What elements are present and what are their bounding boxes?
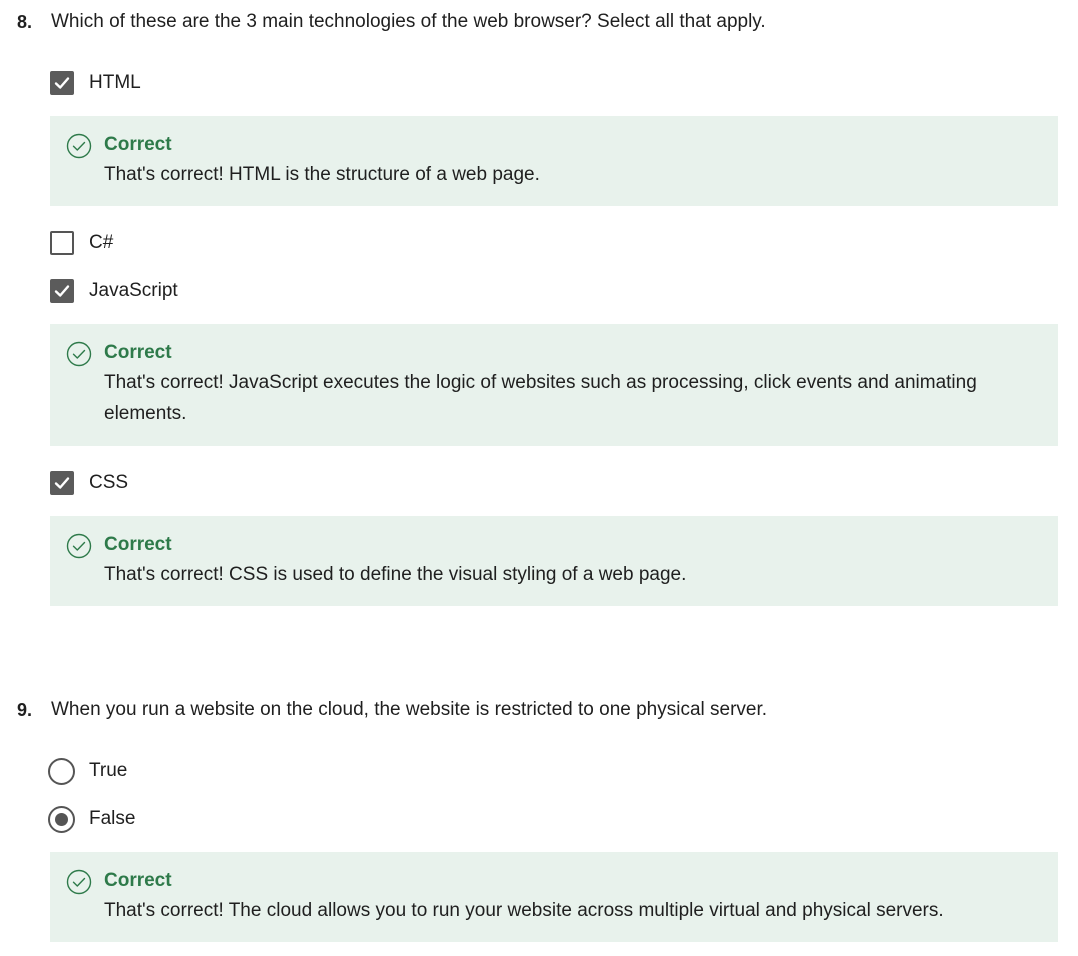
option-true[interactable]: True [48, 757, 648, 785]
feedback-title: Correct [104, 534, 172, 555]
question-header: 9. When you run a website on the cloud, … [0, 695, 1078, 725]
option-label: HTML [89, 72, 141, 93]
feedback-title: Correct [104, 134, 172, 155]
checkbox-checked[interactable] [50, 71, 74, 95]
check-circle-icon [66, 869, 92, 895]
question-header: 8. Which of these are the 3 main technol… [0, 7, 1078, 37]
question-text: When you run a website on the cloud, the… [51, 699, 768, 720]
option-css[interactable]: CSS [48, 469, 648, 497]
check-circle-icon [66, 341, 92, 367]
checkmark-icon [54, 477, 70, 489]
radio-selected[interactable] [48, 806, 75, 833]
feedback-text: That's correct! CSS is used to define th… [104, 564, 687, 585]
feedback-correct-false: Correct That's correct! The cloud allows… [50, 852, 1058, 942]
checkbox-checked[interactable] [50, 471, 74, 495]
feedback-title: Correct [104, 342, 172, 363]
radio-unselected[interactable] [48, 758, 75, 785]
feedback-text: That's correct! JavaScript executes the … [104, 372, 977, 424]
question-number: 8. [17, 12, 33, 32]
check-circle-icon [66, 133, 92, 159]
option-label: JavaScript [89, 280, 178, 301]
checkmark-icon [54, 285, 70, 297]
option-label: False [89, 808, 136, 829]
checkbox-unchecked[interactable] [50, 231, 74, 255]
feedback-text: That's correct! HTML is the structure of… [104, 164, 540, 185]
check-circle-icon [66, 533, 92, 559]
option-false[interactable]: False [48, 805, 648, 833]
option-html[interactable]: HTML [48, 69, 648, 97]
checkmark-icon [54, 77, 70, 89]
feedback-correct-javascript: Correct That's correct! JavaScript execu… [50, 324, 1058, 446]
question-number: 9. [17, 700, 33, 720]
option-csharp[interactable]: C# [48, 229, 648, 257]
option-label: True [89, 760, 128, 781]
option-javascript[interactable]: JavaScript [48, 277, 648, 305]
option-label: CSS [89, 472, 129, 493]
radio-dot-icon [55, 813, 68, 826]
feedback-correct-html: Correct That's correct! HTML is the stru… [50, 116, 1058, 206]
feedback-text: That's correct! The cloud allows you to … [104, 900, 944, 921]
checkbox-checked[interactable] [50, 279, 74, 303]
feedback-correct-css: Correct That's correct! CSS is used to d… [50, 516, 1058, 606]
question-text: Which of these are the 3 main technologi… [51, 11, 766, 32]
feedback-title: Correct [104, 870, 172, 891]
option-label: C# [89, 232, 114, 253]
